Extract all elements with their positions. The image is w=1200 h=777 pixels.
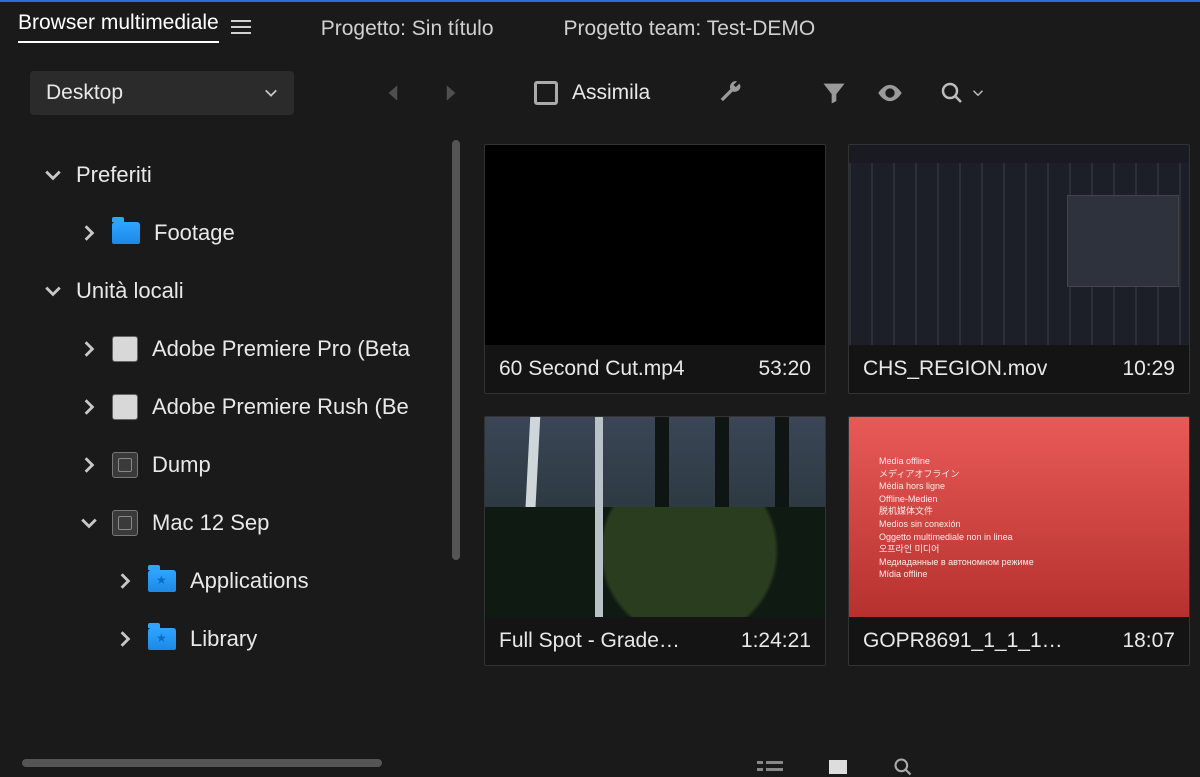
tree-label: Adobe Premiere Rush (Be — [152, 394, 409, 420]
chevron-down-icon — [972, 87, 984, 99]
clip-duration: 18:07 — [1122, 629, 1175, 653]
clip-duration: 1:24:21 — [741, 629, 811, 653]
chevron-down-icon — [264, 86, 278, 100]
tree-item-library[interactable]: Library — [22, 610, 470, 668]
clip-thumbnail: Media offline メディアオフライン Média hors ligne… — [849, 417, 1189, 617]
location-dropdown[interactable]: Desktop — [30, 71, 294, 115]
folder-icon — [148, 628, 176, 650]
drive-icon — [112, 452, 138, 478]
chevron-right-icon — [80, 340, 98, 358]
tree-item-rush[interactable]: Adobe Premiere Rush (Be — [22, 378, 470, 436]
clip-thumbnail — [485, 145, 825, 345]
chevron-right-icon — [116, 572, 134, 590]
eye-icon[interactable] — [876, 79, 904, 107]
ingest-label: Assimila — [572, 81, 650, 105]
tree-item-dump[interactable]: Dump — [22, 436, 470, 494]
chevron-down-icon — [80, 514, 98, 532]
tree-item-footage[interactable]: Footage — [22, 204, 470, 262]
panel-menu-icon[interactable] — [231, 20, 251, 34]
chevron-down-icon — [44, 282, 62, 300]
tab-label: Progetto: Sin título — [321, 17, 494, 41]
clip-item[interactable]: Full Spot - Grade… 1:24:21 — [484, 416, 826, 666]
chevron-down-icon — [44, 166, 62, 184]
tree-item-applications[interactable]: Applications — [22, 552, 470, 610]
tab-project[interactable]: Progetto: Sin título — [321, 17, 494, 41]
folder-icon — [112, 222, 140, 244]
tab-label: Browser multimediale — [18, 11, 219, 43]
search-icon — [940, 81, 964, 105]
drive-icon — [112, 336, 138, 362]
nav-forward-button[interactable] — [436, 79, 464, 107]
wrench-icon[interactable] — [716, 79, 744, 107]
chevron-right-icon — [80, 224, 98, 242]
ingest-toggle[interactable]: Assimila — [534, 81, 650, 105]
clip-name: GOPR8691_1_1_1… — [863, 629, 1063, 653]
tree-label: Unità locali — [76, 278, 184, 304]
tree-item-mac12[interactable]: Mac 12 Sep — [22, 494, 470, 552]
folder-icon — [148, 570, 176, 592]
tree-group-local[interactable]: Unità locali — [22, 262, 470, 320]
clip-item[interactable]: CHS_REGION.mov 10:29 — [848, 144, 1190, 394]
sidebar-scrollbar-vertical[interactable] — [452, 140, 460, 560]
tab-label: Progetto team: Test-DEMO — [564, 17, 816, 41]
clip-duration: 53:20 — [758, 357, 811, 381]
clip-thumbnail — [849, 145, 1189, 345]
tree-label: Footage — [154, 220, 235, 246]
folder-tree: Preferiti Footage Unità locali Adobe Pre… — [0, 130, 470, 775]
tab-media-browser[interactable]: Browser multimediale — [18, 11, 251, 47]
clip-duration: 10:29 — [1122, 357, 1175, 381]
tree-item-premiere[interactable]: Adobe Premiere Pro (Beta — [22, 320, 470, 378]
sidebar-scrollbar-horizontal[interactable] — [22, 759, 382, 767]
clip-name: 60 Second Cut.mp4 — [499, 357, 685, 381]
drive-icon — [112, 510, 138, 536]
filter-icon[interactable] — [820, 79, 848, 107]
chevron-right-icon — [80, 456, 98, 474]
clip-grid: 60 Second Cut.mp4 53:20 CHS_REGION.mov 1… — [470, 130, 1200, 775]
location-label: Desktop — [46, 81, 123, 105]
tree-label: Dump — [152, 452, 211, 478]
search-icon[interactable] — [893, 757, 913, 777]
tab-team-project[interactable]: Progetto team: Test-DEMO — [564, 17, 816, 41]
chevron-right-icon — [116, 630, 134, 648]
nav-back-button[interactable] — [380, 79, 408, 107]
tree-label: Adobe Premiere Pro (Beta — [152, 336, 410, 362]
tree-label: Library — [190, 626, 257, 652]
checkbox-icon — [534, 81, 558, 105]
clip-item[interactable]: Media offline メディアオフライン Média hors ligne… — [848, 416, 1190, 666]
search-input[interactable] — [940, 81, 984, 105]
clip-name: CHS_REGION.mov — [863, 357, 1047, 381]
thumb-view-icon[interactable] — [829, 760, 847, 774]
chevron-right-icon — [80, 398, 98, 416]
view-switcher — [470, 759, 1200, 775]
tree-label: Applications — [190, 568, 309, 594]
offline-text: Media offline メディアオフライン Média hors ligne… — [879, 455, 1189, 581]
tree-label: Preferiti — [76, 162, 152, 188]
clip-thumbnail — [485, 417, 825, 617]
clip-name: Full Spot - Grade… — [499, 629, 680, 653]
drive-icon — [112, 394, 138, 420]
panel-tabs: Browser multimediale Progetto: Sin títul… — [0, 2, 1200, 56]
toolbar: Desktop Assimila — [0, 56, 1200, 130]
list-view-icon[interactable] — [757, 760, 783, 774]
tree-label: Mac 12 Sep — [152, 510, 269, 536]
tree-group-favorites[interactable]: Preferiti — [22, 146, 470, 204]
clip-item[interactable]: 60 Second Cut.mp4 53:20 — [484, 144, 826, 394]
